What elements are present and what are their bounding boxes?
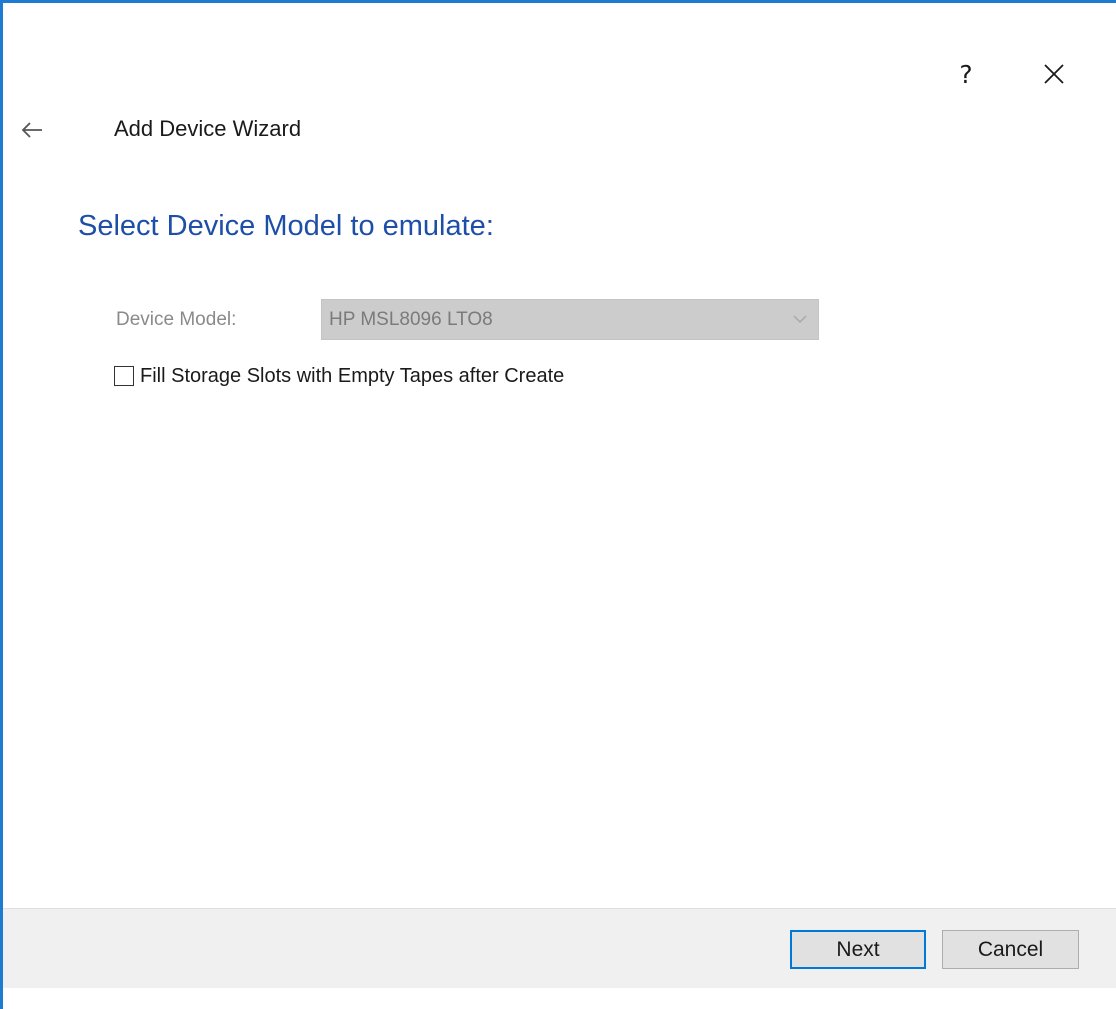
wizard-title: Add Device Wizard [114,116,302,141]
device-model-value: HP MSL8096 LTO8 [329,309,493,330]
close-icon [1044,64,1064,84]
chevron-down-icon [793,315,807,323]
close-button[interactable] [1028,52,1080,96]
window-border-top [0,0,1116,3]
back-arrow-icon [21,122,42,138]
page-heading: Select Device Model to emulate: [78,210,494,242]
checkbox-box[interactable] [114,366,134,386]
fill-storage-slots-checkbox[interactable]: Fill Storage Slots with Empty Tapes afte… [114,363,564,389]
add-device-wizard-window: ? Add Device Wizard Select Device Model … [0,0,1116,1009]
device-model-select[interactable]: HP MSL8096 LTO8 [321,299,819,340]
fill-storage-slots-label: Fill Storage Slots with Empty Tapes afte… [140,364,565,387]
device-model-label: Device Model: [116,309,237,330]
next-button[interactable]: Next [790,930,926,969]
footer-bar: Next Cancel [3,908,1116,988]
help-label: ? [959,59,973,89]
back-button[interactable] [12,112,52,148]
window-border-left [0,0,3,1009]
bottom-strip [3,988,1116,1009]
cancel-button[interactable]: Cancel [942,930,1079,969]
help-button[interactable]: ? [940,52,992,96]
